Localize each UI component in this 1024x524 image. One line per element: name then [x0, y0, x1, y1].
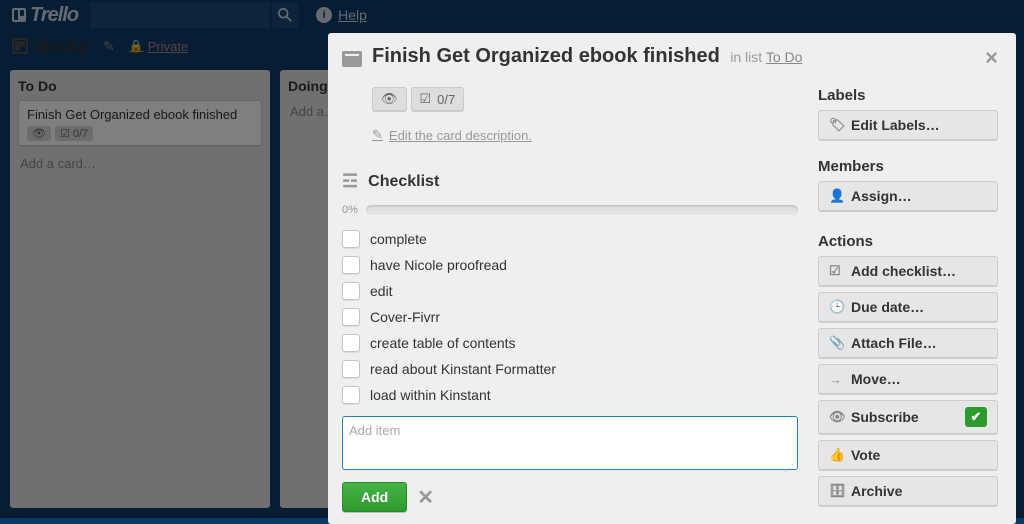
- checklist-item-text: load within Kinstant: [370, 387, 491, 403]
- attach-label: Attach File…: [851, 335, 937, 351]
- checkbox[interactable]: [342, 308, 360, 326]
- checklist-item-text: have Nicole proofread: [370, 257, 507, 273]
- card-detail-modal: Finish Get Organized ebook finished in l…: [328, 33, 1016, 524]
- add-item-area: ⋰ Add ✕: [342, 416, 798, 512]
- subscribed-check-icon: ✔: [965, 407, 987, 427]
- in-list-text: in list To Do: [730, 49, 802, 65]
- add-item-button[interactable]: Add: [342, 482, 407, 512]
- checklist-item-text: create table of contents: [370, 335, 516, 351]
- pencil-icon: ✎: [372, 127, 383, 143]
- checkbox[interactable]: [342, 282, 360, 300]
- card-header-icon: [342, 51, 362, 67]
- checklist-section-icon: ☲: [342, 171, 358, 192]
- assign-label: Assign…: [851, 188, 912, 204]
- checklist-icon: ☑: [829, 263, 843, 279]
- modal-header: Finish Get Organized ebook finished in l…: [342, 45, 998, 71]
- person-icon: 👤: [829, 188, 843, 204]
- watch-badge-button[interactable]: 👁: [372, 87, 407, 111]
- checklist-icon: ☑: [420, 91, 432, 107]
- edit-description-label: Edit the card description.: [389, 128, 532, 143]
- checklist-item[interactable]: read about Kinstant Formatter: [342, 356, 798, 382]
- checkbox[interactable]: [342, 360, 360, 378]
- checkbox[interactable]: [342, 230, 360, 248]
- tag-icon: 🏷: [829, 117, 843, 133]
- in-list-link[interactable]: To Do: [766, 49, 803, 65]
- labels-heading: Labels: [818, 87, 998, 104]
- modal-main-column: 👁 ☑ 0/7 ✎ Edit the card description. ☲ Ch…: [342, 81, 818, 512]
- detail-badges: 👁 ☑ 0/7: [372, 87, 798, 111]
- cancel-add-item-icon[interactable]: ✕: [417, 485, 434, 510]
- progress-percent: 0%: [342, 204, 358, 216]
- checklist-item[interactable]: load within Kinstant: [342, 382, 798, 408]
- progress-bar: [366, 205, 798, 215]
- checklist-items: complete have Nicole proofread edit Cove…: [342, 226, 798, 408]
- due-date-label: Due date…: [851, 299, 924, 315]
- checkbox[interactable]: [342, 334, 360, 352]
- checkbox[interactable]: [342, 256, 360, 274]
- archive-label: Archive: [851, 483, 902, 499]
- checklist-header: ☲ Checklist: [342, 171, 798, 192]
- paperclip-icon: 📎: [829, 335, 843, 351]
- checklist-item[interactable]: create table of contents: [342, 330, 798, 356]
- close-icon[interactable]: ×: [985, 45, 998, 71]
- vote-button[interactable]: 👍 Vote: [818, 440, 998, 470]
- checklist-item-text: edit: [370, 283, 393, 299]
- subscribe-button[interactable]: 👁 Subscribe ✔: [818, 400, 998, 434]
- eye-icon: 👁: [829, 409, 843, 425]
- checklist-item-text: Cover-Fivrr: [370, 309, 440, 325]
- checklist-count: 0/7: [437, 92, 455, 107]
- checklist-item[interactable]: have Nicole proofread: [342, 252, 798, 278]
- attach-file-button[interactable]: 📎 Attach File…: [818, 328, 998, 358]
- checklist-badge-button[interactable]: ☑ 0/7: [411, 87, 465, 111]
- vote-label: Vote: [851, 447, 880, 463]
- edit-labels-label: Edit Labels…: [851, 117, 940, 133]
- add-item-input[interactable]: [342, 416, 798, 470]
- members-heading: Members: [818, 158, 998, 175]
- modal-sidebar: Labels 🏷 Edit Labels… Members 👤 Assign… Ac…: [818, 81, 998, 512]
- thumbs-up-icon: 👍: [829, 447, 843, 463]
- clock-icon: 🕒: [829, 299, 843, 315]
- subscribe-label: Subscribe: [851, 409, 919, 425]
- add-checklist-label: Add checklist…: [851, 263, 956, 279]
- checklist-progress: 0%: [342, 204, 798, 216]
- checklist-section: ☲ Checklist 0% complete have Nicole proo…: [342, 171, 798, 512]
- eye-icon: 👁: [381, 91, 398, 107]
- archive-button[interactable]: 🗄 Archive: [818, 476, 998, 506]
- archive-icon: 🗄: [829, 483, 843, 499]
- arrow-right-icon: →: [829, 372, 843, 387]
- add-checklist-button[interactable]: ☑ Add checklist…: [818, 256, 998, 286]
- move-label: Move…: [851, 371, 901, 387]
- checklist-item[interactable]: edit: [342, 278, 798, 304]
- checklist-item-text: read about Kinstant Formatter: [370, 361, 556, 377]
- actions-heading: Actions: [818, 233, 998, 250]
- checklist-item[interactable]: complete: [342, 226, 798, 252]
- edit-labels-button[interactable]: 🏷 Edit Labels…: [818, 110, 998, 140]
- checklist-title[interactable]: Checklist: [368, 173, 439, 191]
- checklist-item[interactable]: Cover-Fivrr: [342, 304, 798, 330]
- edit-description-link[interactable]: ✎ Edit the card description.: [372, 127, 798, 143]
- checklist-item-text: complete: [370, 231, 427, 247]
- move-button[interactable]: → Move…: [818, 364, 998, 394]
- card-title[interactable]: Finish Get Organized ebook finished: [372, 45, 720, 67]
- due-date-button[interactable]: 🕒 Due date…: [818, 292, 998, 322]
- assign-button[interactable]: 👤 Assign…: [818, 181, 998, 211]
- checkbox[interactable]: [342, 386, 360, 404]
